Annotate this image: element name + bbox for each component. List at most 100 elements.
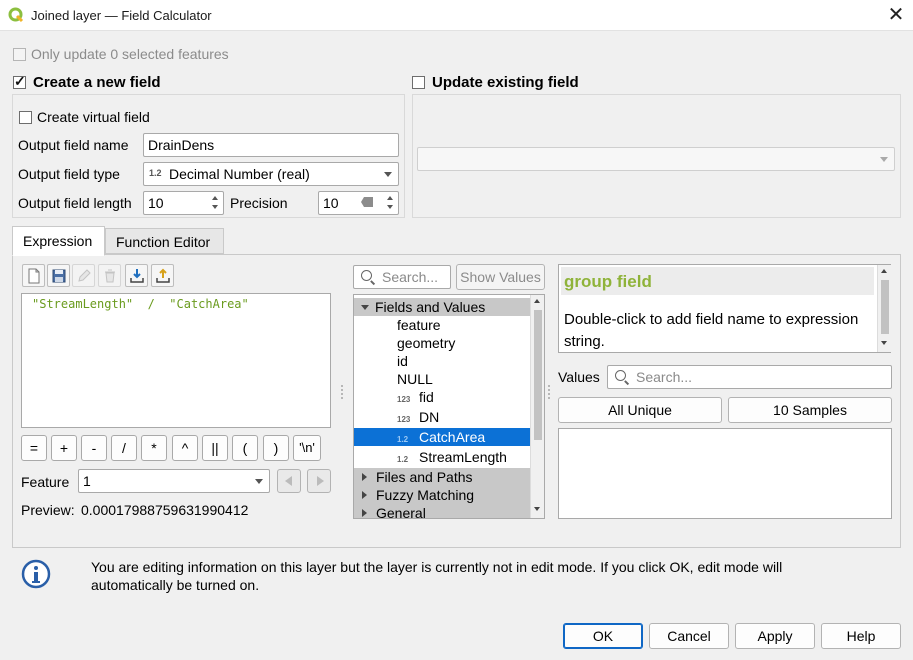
chevron-down-icon	[255, 479, 263, 484]
save-button[interactable]	[47, 264, 70, 287]
save-icon	[52, 269, 66, 283]
ok-button[interactable]: OK	[563, 623, 643, 649]
spin-up-icon[interactable]	[209, 193, 222, 203]
function-tree[interactable]: Fields and Values feature geometry id NU…	[353, 294, 545, 519]
values-list[interactable]	[558, 428, 892, 519]
help-title: group field	[564, 272, 652, 291]
splitter-handle[interactable]	[548, 385, 550, 399]
feature-value: 1	[83, 473, 91, 489]
tree-group-fields-and-values[interactable]: Fields and Values	[354, 298, 530, 316]
tree-item-streamlength[interactable]: 1.2 StreamLength	[354, 448, 530, 466]
values-search-placeholder: Search...	[636, 369, 693, 385]
update-existing-checkbox[interactable]	[412, 76, 425, 89]
tree-item-catcharea[interactable]: 1.2 CatchArea	[354, 428, 530, 446]
decimal-type-icon: 1.2	[149, 168, 162, 178]
create-new-field-checkbox[interactable]	[13, 73, 26, 90]
clear-icon[interactable]	[361, 197, 373, 207]
tree-group-files-and-paths[interactable]: Files and Paths	[354, 468, 530, 486]
tree-item-dn[interactable]: 123 DN	[354, 408, 530, 426]
operator-open-paren-button[interactable]: (	[232, 435, 258, 461]
operator-minus-button[interactable]: -	[81, 435, 107, 461]
operator-plus-button[interactable]: +	[51, 435, 77, 461]
tree-group-fuzzy-matching[interactable]: Fuzzy Matching	[354, 486, 530, 504]
tree-item-null[interactable]: NULL	[354, 370, 530, 388]
integer-type-icon: 123	[397, 395, 411, 404]
precision-label: Precision	[230, 195, 288, 211]
tree-item-label: StreamLength	[419, 449, 507, 465]
feature-label: Feature	[21, 474, 70, 490]
integer-type-icon: 123	[397, 415, 411, 424]
operator-concat-button[interactable]: ||	[202, 435, 228, 461]
chevron-down-icon	[384, 172, 392, 177]
help-scrollbar[interactable]	[877, 265, 891, 352]
values-label: Values	[558, 369, 600, 385]
scroll-thumb[interactable]	[534, 310, 542, 440]
scroll-thumb[interactable]	[881, 280, 889, 334]
operator-power-button[interactable]: ^	[172, 435, 198, 461]
scroll-down-icon[interactable]	[878, 337, 892, 351]
tree-item-feature[interactable]: feature	[354, 316, 530, 334]
import-button[interactable]	[125, 264, 148, 287]
help-button[interactable]: Help	[821, 623, 901, 649]
previous-feature-button[interactable]	[277, 469, 301, 493]
export-icon	[156, 268, 170, 283]
precision-value: 10	[323, 195, 339, 211]
tree-item-id[interactable]: id	[354, 352, 530, 370]
scroll-up-icon[interactable]	[531, 295, 544, 309]
preview-value: 0.00017988759631990412	[81, 502, 249, 518]
function-search-input[interactable]: Search...	[353, 265, 451, 289]
operator-newline-button[interactable]: '\n'	[293, 435, 321, 461]
scroll-up-icon[interactable]	[878, 265, 892, 279]
import-icon	[130, 269, 144, 283]
all-unique-button[interactable]: All Unique	[558, 397, 722, 423]
delete-button[interactable]	[98, 264, 121, 287]
tree-item-label: DN	[419, 409, 440, 425]
feature-select[interactable]: 1	[78, 469, 270, 493]
expression-text: "StreamLength" / "CatchArea"	[32, 297, 249, 311]
tree-item-geometry[interactable]: geometry	[354, 334, 530, 352]
next-feature-button[interactable]	[307, 469, 331, 493]
create-virtual-checkbox[interactable]	[19, 111, 32, 124]
decimal-type-icon: 1.2	[397, 455, 409, 464]
chevron-right-icon	[362, 473, 367, 481]
tab-function-editor[interactable]: Function Editor	[105, 228, 224, 254]
search-icon	[361, 270, 372, 281]
tree-group-label: General	[376, 505, 426, 519]
create-new-field-label: Create a new field	[33, 74, 161, 91]
expression-editor[interactable]: "StreamLength" / "CatchArea"	[21, 293, 331, 428]
operator-multiply-button[interactable]: *	[141, 435, 167, 461]
cancel-button[interactable]: Cancel	[649, 623, 729, 649]
output-name-input[interactable]: DrainDens	[143, 133, 399, 157]
function-search-placeholder: Search...	[382, 269, 439, 285]
operator-divide-button[interactable]: /	[111, 435, 137, 461]
show-values-button[interactable]: Show Values	[456, 264, 545, 290]
existing-field-select[interactable]	[417, 147, 895, 171]
scroll-down-icon[interactable]	[531, 503, 544, 517]
chevron-right-icon	[362, 509, 367, 517]
operator-close-paren-button[interactable]: )	[263, 435, 289, 461]
chevron-down-icon	[880, 157, 888, 162]
chevron-down-icon	[361, 305, 369, 310]
operator-equals-button[interactable]: =	[21, 435, 47, 461]
spin-down-icon[interactable]	[209, 203, 222, 213]
apply-button[interactable]: Apply	[735, 623, 815, 649]
spin-up-icon[interactable]	[384, 193, 397, 203]
only-update-checkbox[interactable]	[13, 48, 26, 61]
tree-scrollbar[interactable]	[530, 295, 544, 518]
spin-down-icon[interactable]	[384, 203, 397, 213]
tree-item-fid[interactable]: 123 fid	[354, 388, 530, 406]
info-icon	[21, 559, 51, 589]
output-length-spinbox[interactable]: 10	[143, 191, 224, 215]
splitter-handle[interactable]	[341, 385, 343, 399]
edit-button[interactable]	[72, 264, 95, 287]
values-search-input[interactable]: Search...	[607, 365, 892, 389]
export-button[interactable]	[151, 264, 174, 287]
new-file-button[interactable]	[22, 264, 45, 287]
tab-expression[interactable]: Expression	[12, 226, 105, 256]
ten-samples-button[interactable]: 10 Samples	[728, 397, 892, 423]
output-length-value: 10	[148, 195, 164, 211]
precision-spinbox[interactable]: 10	[318, 191, 399, 215]
close-icon[interactable]: ✕	[884, 3, 908, 27]
tree-group-general[interactable]: General	[354, 504, 530, 519]
output-type-select[interactable]: 1.2 Decimal Number (real)	[143, 162, 399, 186]
